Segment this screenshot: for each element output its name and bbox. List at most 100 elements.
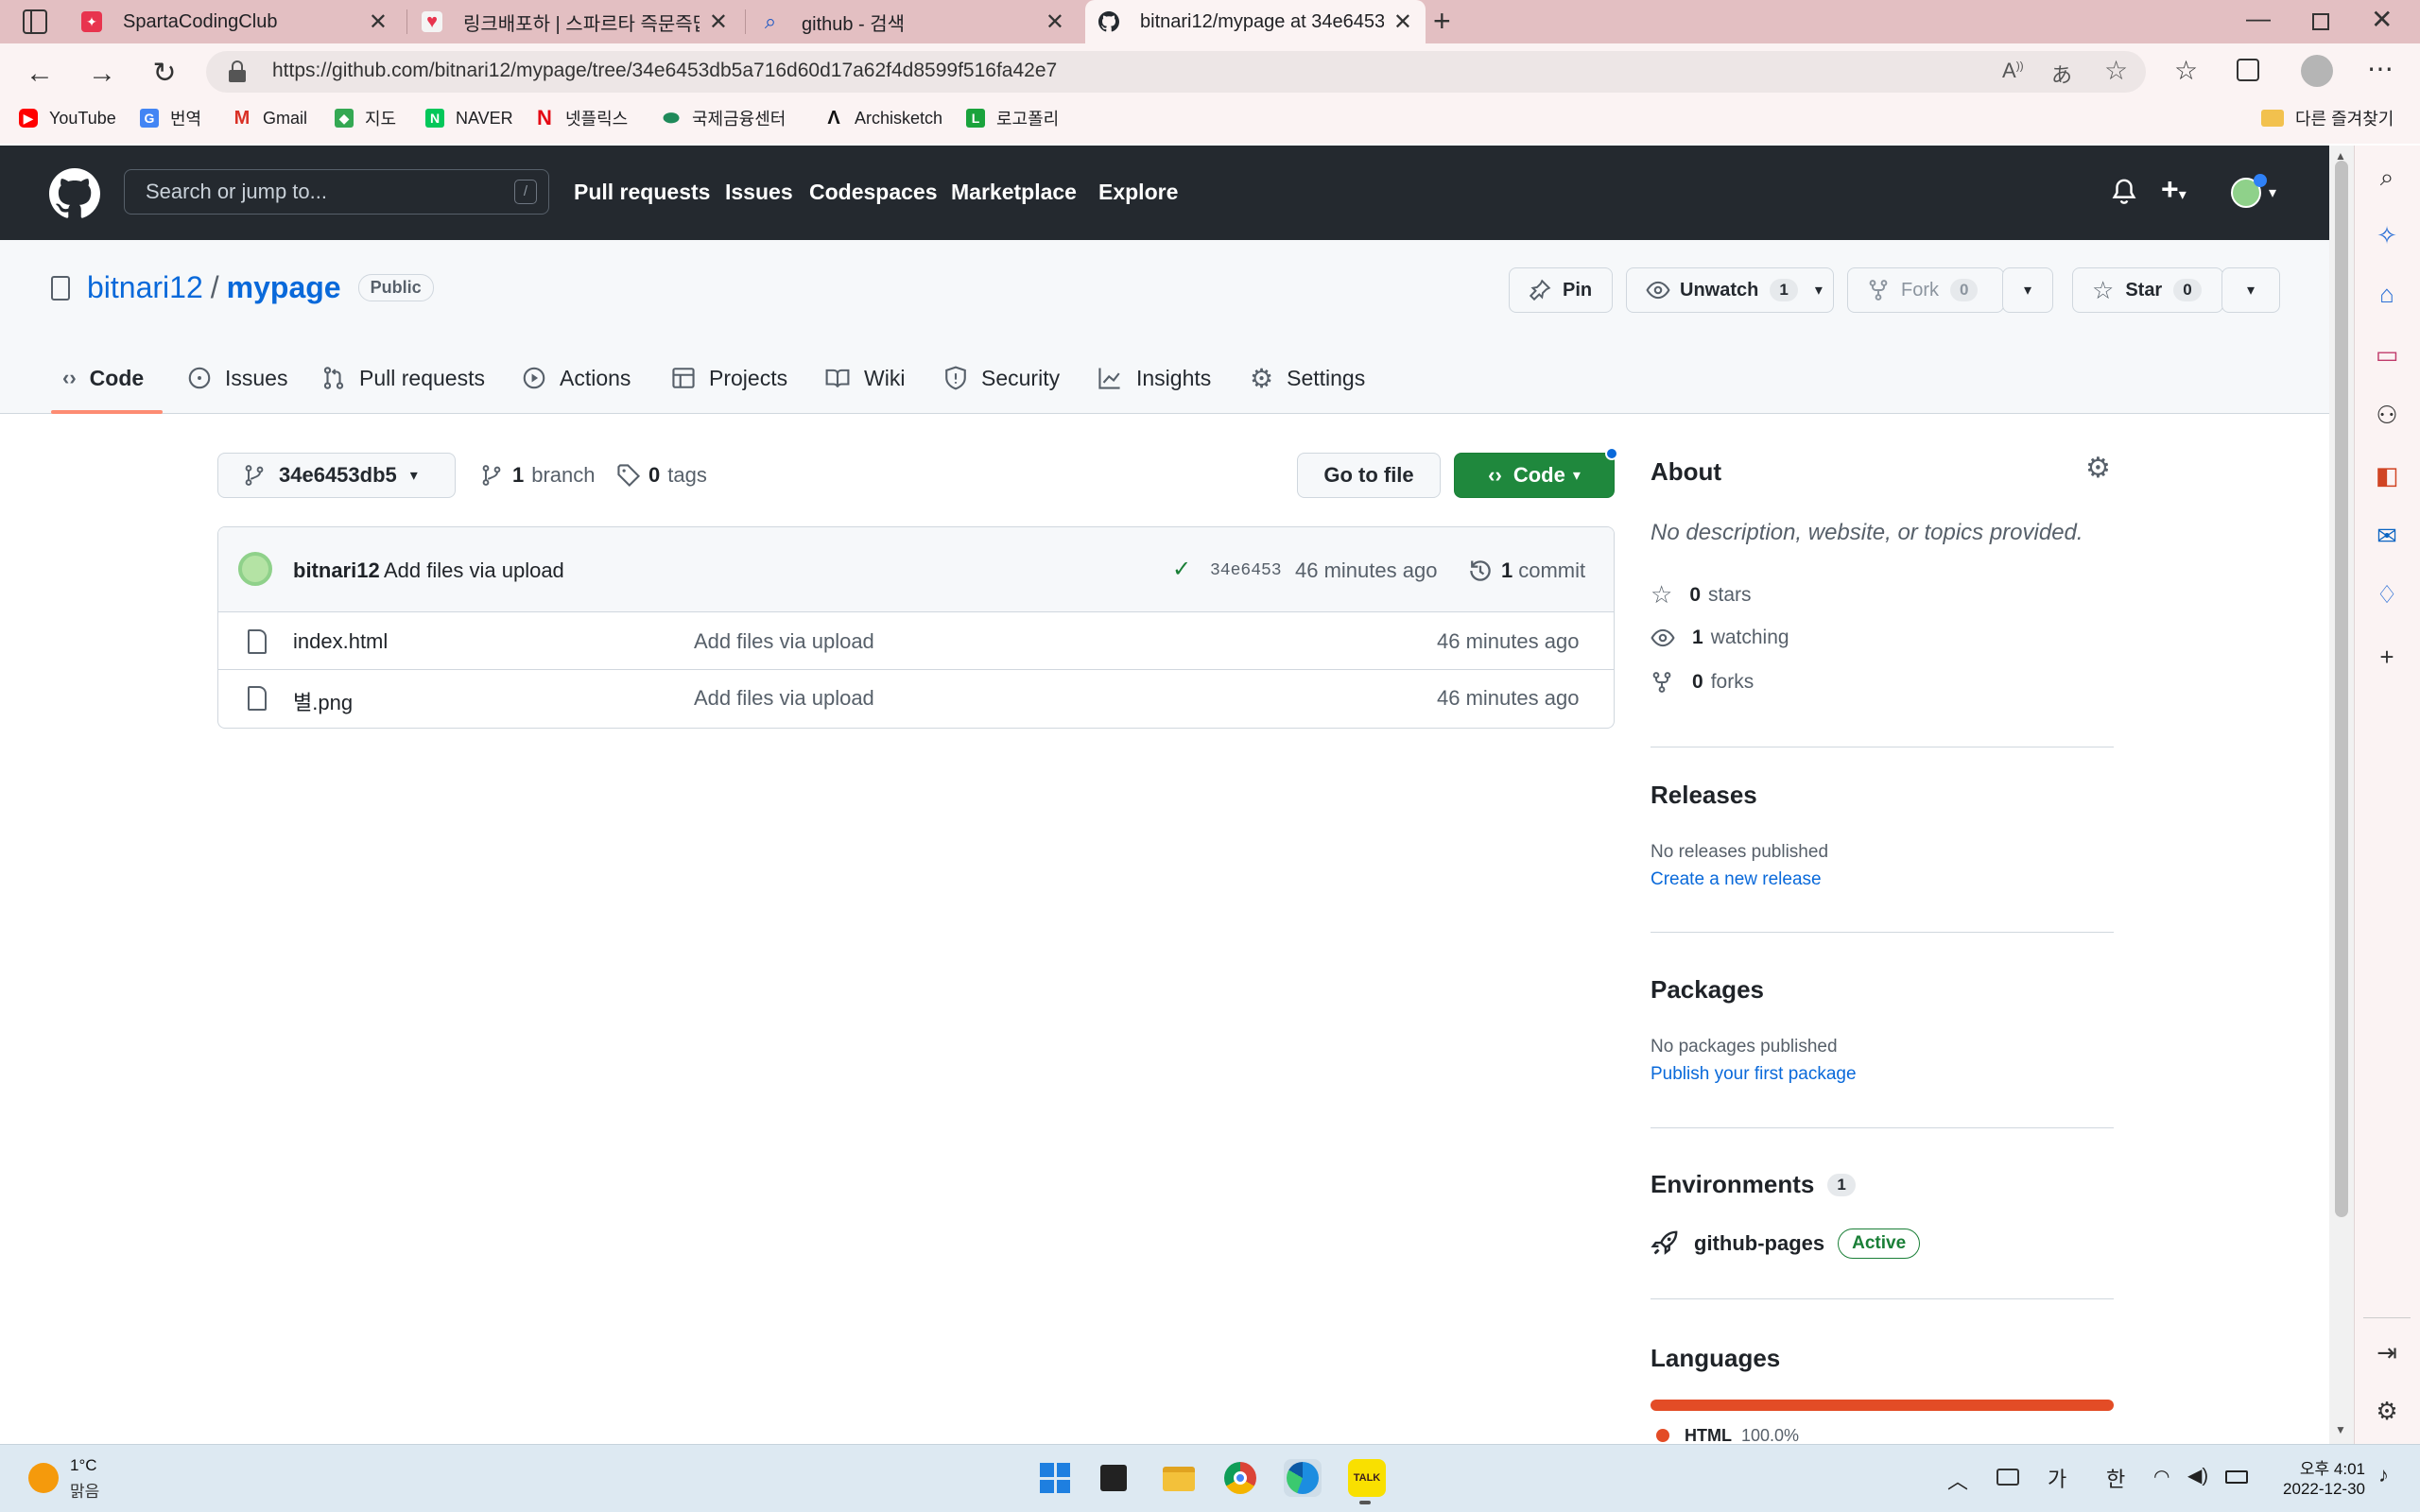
- clock-time[interactable]: 오후 4:01: [2286, 1455, 2365, 1479]
- stars-link[interactable]: ☆ 0 stars: [1651, 580, 1752, 610]
- file-commit-message[interactable]: Add files via upload: [694, 629, 874, 654]
- commit-message[interactable]: Add files via upload: [384, 558, 564, 583]
- file-explorer-icon[interactable]: [1159, 1459, 1197, 1497]
- star-button[interactable]: ☆ Star 0: [2072, 267, 2223, 313]
- restore-button[interactable]: [2312, 13, 2329, 30]
- notification-bell-icon[interactable]: ♪: [2378, 1463, 2389, 1487]
- watch-dropdown-caret-icon[interactable]: ▾: [1815, 281, 1823, 300]
- bookmark-maps[interactable]: ◆ 지도: [335, 106, 396, 130]
- file-name-link[interactable]: index.html: [293, 629, 388, 654]
- bookmark-gmail[interactable]: M Gmail: [233, 106, 307, 130]
- add-favorite-icon[interactable]: ☆: [2104, 55, 2128, 86]
- file-name-link[interactable]: 별.png: [293, 686, 353, 716]
- sidebar-drop-icon[interactable]: ♢: [2371, 578, 2403, 610]
- battery-icon[interactable]: [2225, 1470, 2248, 1484]
- about-settings-gear-icon[interactable]: ⚙: [2085, 452, 2111, 485]
- browser-tab-sparta[interactable]: ✦ SpartaCodingClub ✕: [68, 0, 401, 43]
- tab-code[interactable]: ‹› Code: [62, 362, 144, 394]
- sidebar-sparkle-icon[interactable]: ✧: [2371, 219, 2403, 251]
- go-to-file-button[interactable]: Go to file: [1297, 453, 1441, 498]
- github-logo-icon[interactable]: [49, 168, 100, 219]
- back-button[interactable]: ←: [21, 55, 59, 93]
- sidebar-shopping-tag-icon[interactable]: ⌂: [2371, 278, 2403, 310]
- tab-issues[interactable]: Issues: [187, 362, 287, 394]
- watching-link[interactable]: 1 watching: [1651, 626, 1789, 650]
- keyboard-icon[interactable]: [1996, 1469, 2019, 1486]
- clock-date[interactable]: 2022-12-30: [2267, 1480, 2365, 1499]
- browser-tab-sparta-qna[interactable]: ♥ 링크배포하 | 스파르타 즉문즉답 ✕: [408, 0, 741, 43]
- branch-selector[interactable]: 34e6453db5 ▾: [217, 453, 456, 498]
- environments-title[interactable]: Environments: [1651, 1170, 1814, 1199]
- tab-projects[interactable]: Projects: [671, 362, 787, 394]
- tab-actions[interactable]: Actions: [522, 362, 631, 394]
- search-input[interactable]: Search or jump to... /: [124, 169, 549, 215]
- commit-history-link[interactable]: 1 commit: [1467, 558, 1585, 584]
- show-hidden-icons-chevron-icon[interactable]: ︿: [1947, 1465, 1968, 1495]
- tab-actions-icon[interactable]: [23, 9, 47, 34]
- branches-link[interactable]: 1 branch: [480, 463, 596, 488]
- nav-marketplace[interactable]: Marketplace: [951, 180, 1077, 205]
- weather-sun-icon[interactable]: [28, 1463, 59, 1493]
- tab-settings[interactable]: ⚙ Settings: [1250, 362, 1365, 394]
- close-window-button[interactable]: ✕: [2371, 4, 2393, 35]
- kakaotalk-icon[interactable]: TALK: [1348, 1459, 1386, 1497]
- sidebar-outlook-icon[interactable]: ✉: [2371, 520, 2403, 552]
- forward-button[interactable]: →: [83, 55, 121, 93]
- avatar-dropdown-caret-icon[interactable]: ▾: [2269, 183, 2276, 202]
- sidebar-tools-icon[interactable]: ▭: [2371, 338, 2403, 370]
- repo-owner-link[interactable]: bitnari12: [87, 270, 203, 305]
- new-tab-button[interactable]: +: [1433, 4, 1451, 39]
- tab-security[interactable]: Security: [943, 362, 1060, 394]
- more-menu-icon[interactable]: ⋯: [2367, 53, 2394, 84]
- ime-mode-indicator[interactable]: 가: [2048, 1463, 2066, 1493]
- language-item[interactable]: HTML 100.0%: [1656, 1427, 1799, 1444]
- bookmark-netflix[interactable]: N 넷플릭스: [535, 106, 628, 130]
- file-commit-message[interactable]: Add files via upload: [694, 686, 874, 711]
- minimize-button[interactable]: —: [2246, 4, 2271, 33]
- collections-icon[interactable]: [2237, 59, 2259, 81]
- refresh-button[interactable]: ↻: [146, 55, 183, 93]
- commit-author-avatar[interactable]: [238, 552, 272, 586]
- ime-language-indicator[interactable]: 한: [2106, 1463, 2125, 1493]
- bookmark-logopoly[interactable]: L 로고폴리: [966, 106, 1059, 130]
- pin-button[interactable]: Pin: [1509, 267, 1613, 313]
- bookmark-translate[interactable]: G 번역: [140, 106, 201, 130]
- close-tab-icon[interactable]: ✕: [1046, 9, 1064, 36]
- nav-pull-requests[interactable]: Pull requests: [574, 180, 710, 205]
- bookmark-youtube[interactable]: ▶ YouTube: [19, 106, 116, 130]
- create-release-link[interactable]: Create a new release: [1651, 869, 1822, 890]
- repo-name-link[interactable]: mypage: [227, 270, 341, 305]
- translate-icon[interactable]: あ: [2051, 59, 2072, 89]
- releases-title[interactable]: Releases: [1651, 781, 1757, 810]
- bookmark-archisketch[interactable]: Λ Archisketch: [824, 106, 942, 130]
- windows-start-icon[interactable]: [1036, 1459, 1074, 1497]
- close-tab-icon[interactable]: ✕: [1393, 9, 1412, 36]
- chrome-icon[interactable]: [1221, 1459, 1259, 1497]
- nav-explore[interactable]: Explore: [1098, 180, 1178, 205]
- scrollbar-thumb[interactable]: [2335, 161, 2348, 1217]
- nav-codespaces[interactable]: Codespaces: [809, 180, 938, 205]
- forks-link[interactable]: 0 forks: [1651, 671, 1754, 694]
- tab-insights[interactable]: Insights: [1097, 362, 1211, 394]
- bookmark-naver[interactable]: N NAVER: [425, 106, 513, 130]
- tags-link[interactable]: 0 tags: [616, 463, 707, 488]
- code-dropdown-button[interactable]: ‹› Code ▾: [1454, 453, 1615, 498]
- watch-button[interactable]: Unwatch 1 ▾: [1626, 267, 1834, 313]
- close-tab-icon[interactable]: ✕: [369, 9, 388, 36]
- sidebar-search-icon[interactable]: ⌕: [2371, 161, 2403, 193]
- weather-temperature[interactable]: 1°C: [70, 1456, 97, 1475]
- bookmark-other-favorites[interactable]: 다른 즐겨찾기: [2261, 106, 2394, 130]
- sidebar-games-icon[interactable]: ⚇: [2371, 399, 2403, 431]
- environment-item[interactable]: github-pages Active: [1651, 1228, 1921, 1259]
- publish-package-link[interactable]: Publish your first package: [1651, 1064, 1857, 1085]
- tab-wiki[interactable]: Wiki: [824, 362, 905, 394]
- commit-author[interactable]: bitnari12: [293, 558, 380, 583]
- profile-avatar-icon[interactable]: [2301, 55, 2333, 87]
- sidebar-office-icon[interactable]: ◧: [2371, 459, 2403, 491]
- create-new-plus-icon[interactable]: +▾: [2161, 172, 2187, 207]
- close-tab-icon[interactable]: ✕: [709, 9, 728, 36]
- task-view-icon[interactable]: [1095, 1459, 1132, 1497]
- favorites-icon[interactable]: ☆: [2174, 55, 2198, 86]
- edge-browser-icon[interactable]: [1284, 1459, 1322, 1497]
- scroll-down-arrow-icon[interactable]: ▼: [2335, 1423, 2346, 1436]
